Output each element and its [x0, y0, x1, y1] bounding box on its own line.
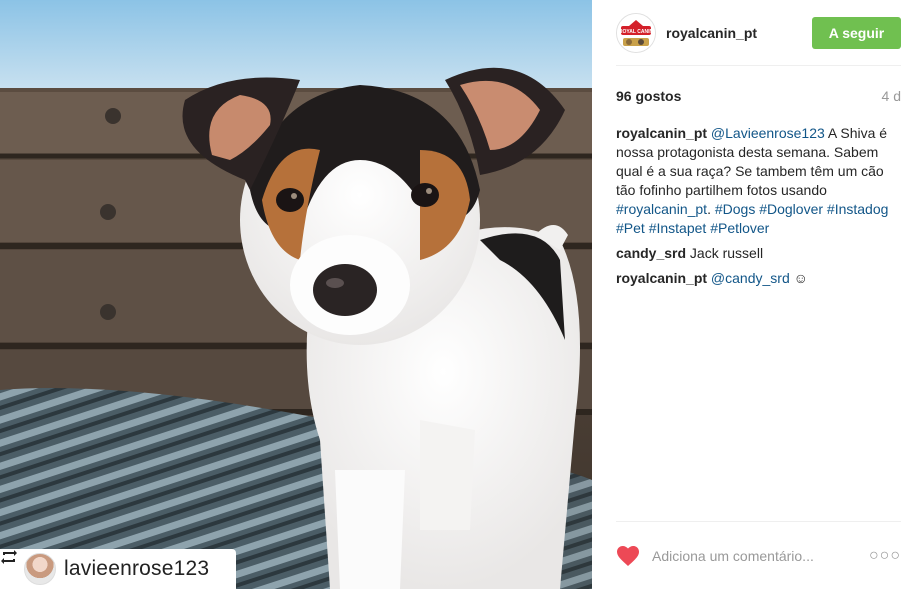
- account-avatar[interactable]: ROYAL CANIN: [616, 12, 656, 53]
- logo-brand-text: ROYAL CANIN: [619, 29, 654, 35]
- account-username[interactable]: royalcanin_pt: [666, 25, 812, 41]
- likes-count[interactable]: 96 gostos: [616, 88, 681, 104]
- comment-item: royalcanin_pt @Lavieenrose123 A Shiva é …: [616, 124, 901, 238]
- puppy-photo-illustration: [0, 0, 592, 589]
- repost-username: lavieenrose123: [64, 557, 210, 580]
- comment-author[interactable]: candy_srd: [616, 245, 686, 261]
- hashtag-link[interactable]: #Doglover: [759, 201, 823, 217]
- comment-author[interactable]: royalcanin_pt: [616, 125, 707, 141]
- comment-item: royalcanin_pt @candy_srd ☺: [616, 269, 901, 288]
- repost-credit: lavieenrose123: [0, 549, 236, 589]
- more-options-icon[interactable]: ○○○: [869, 547, 901, 565]
- hashtag-link[interactable]: #Pet: [616, 220, 645, 236]
- instagram-post-modal: lavieenrose123 ROYAL CANIN royalcanin_pt…: [0, 0, 917, 589]
- hashtag-link[interactable]: #Instadog: [827, 201, 889, 217]
- hashtag-link[interactable]: #royalcanin_pt: [616, 201, 707, 217]
- comment-text: ☺: [789, 270, 808, 286]
- post-actions: ○○○: [616, 521, 901, 589]
- hashtag-link[interactable]: #Petlover: [710, 220, 769, 236]
- comment-item: candy_srd Jack russell: [616, 244, 901, 263]
- add-comment-input[interactable]: [652, 547, 869, 564]
- hashtag-link[interactable]: #Instapet: [649, 220, 707, 236]
- mention-link[interactable]: @candy_srd: [711, 270, 790, 286]
- comments-list: royalcanin_pt @Lavieenrose123 A Shiva é …: [616, 124, 901, 288]
- hashtag-link[interactable]: #Dogs: [715, 201, 755, 217]
- comment-author[interactable]: royalcanin_pt: [616, 270, 707, 286]
- follow-button[interactable]: A seguir: [812, 16, 901, 49]
- post-meta: 96 gostos 4 d: [616, 88, 901, 104]
- post-details-panel: ROYAL CANIN royalcanin_pt A seguir 96 go…: [592, 0, 917, 589]
- royal-canin-logo-icon: ROYAL CANIN: [617, 13, 655, 52]
- post-header: ROYAL CANIN royalcanin_pt A seguir: [616, 0, 901, 66]
- comment-text: Jack russell: [686, 245, 764, 261]
- post-photo[interactable]: lavieenrose123: [0, 0, 592, 589]
- heart-icon[interactable]: [616, 545, 640, 567]
- post-age[interactable]: 4 d: [882, 88, 901, 104]
- mention-link[interactable]: @Lavieenrose123: [711, 125, 825, 141]
- comment-text: .: [707, 201, 715, 217]
- repost-avatar: [24, 553, 56, 585]
- repost-icon: [1, 550, 20, 577]
